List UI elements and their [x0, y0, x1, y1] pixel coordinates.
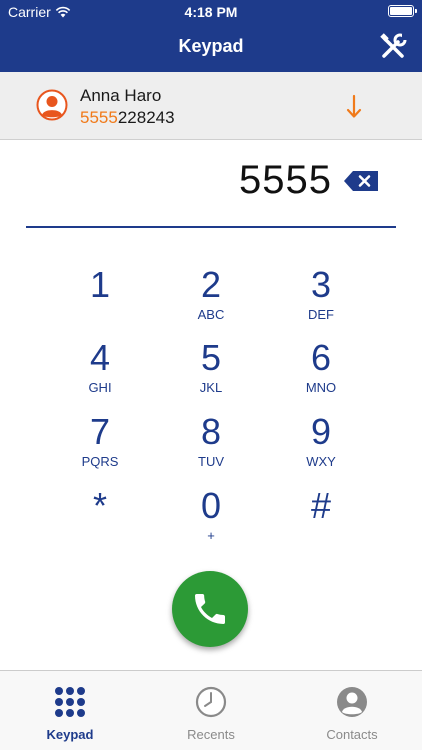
contact-suggestion[interactable]: Anna Haro 5555228243 — [0, 72, 422, 140]
key-digit: 5 — [200, 337, 222, 378]
contact-name: Anna Haro — [80, 86, 162, 105]
key-letters: DEF — [308, 307, 334, 322]
tab-bar: Keypad Recents Contacts — [0, 670, 422, 750]
battery-icon — [388, 5, 417, 17]
clock-icon — [195, 686, 227, 718]
key-5[interactable]: 5 JKL — [166, 338, 256, 404]
key-3[interactable]: 3 DEF — [276, 265, 366, 331]
key-digit: # — [310, 485, 332, 526]
key-digit: 7 — [89, 411, 111, 452]
backspace-icon — [344, 171, 378, 191]
key-letters: GHI — [88, 380, 112, 395]
contact-number: 5555228243 — [80, 108, 175, 128]
key-digit: 0 — [200, 485, 222, 526]
contact-number-rest: 228243 — [117, 108, 175, 127]
page-title: Keypad — [178, 36, 244, 56]
status-time: 4:18 PM — [184, 4, 238, 20]
app-header: Carrier 4:18 PM Keypad — [0, 0, 422, 72]
key-8[interactable]: 8 TUV — [166, 412, 256, 478]
backspace-button[interactable] — [344, 170, 378, 192]
tools-icon — [380, 33, 408, 58]
person-icon — [337, 687, 367, 717]
key-digit: 3 — [310, 264, 332, 305]
tab-keypad[interactable]: Keypad — [0, 671, 140, 750]
key-digit: 8 — [200, 411, 222, 452]
tab-contacts[interactable]: Contacts — [282, 671, 422, 750]
key-letters: ABC — [197, 307, 225, 322]
tab-label: Keypad — [46, 727, 94, 742]
tab-label: Recents — [187, 727, 235, 742]
key-4[interactable]: 4 GHI — [55, 338, 145, 404]
tab-label: Contacts — [326, 727, 378, 742]
expand-suggestions-button[interactable] — [344, 94, 364, 120]
key-7[interactable]: 7 PQRS — [55, 412, 145, 478]
arrow-down-icon — [346, 94, 362, 118]
key-digit: 6 — [310, 337, 332, 378]
phone-icon — [195, 594, 225, 624]
key-star[interactable]: * — [55, 486, 145, 552]
key-9[interactable]: 9 WXY — [276, 412, 366, 478]
key-letters: + — [207, 528, 215, 543]
contact-number-match: 5555 — [80, 108, 118, 127]
dialed-number: 5555 — [239, 158, 332, 202]
key-2[interactable]: 2 ABC — [166, 265, 256, 331]
key-digit: 1 — [89, 264, 111, 305]
key-hash[interactable]: # — [276, 486, 366, 552]
key-6[interactable]: 6 MNO — [276, 338, 366, 404]
input-divider — [26, 226, 396, 228]
status-bar: Carrier 4:18 PM — [0, 0, 422, 24]
call-button[interactable] — [172, 571, 248, 647]
key-digit: 9 — [310, 411, 332, 452]
avatar-icon — [36, 89, 68, 121]
key-letters: WXY — [306, 454, 336, 469]
key-letters: JKL — [199, 380, 223, 395]
keypad-icon — [55, 687, 85, 717]
settings-tools-button[interactable] — [378, 32, 408, 62]
key-digit: * — [92, 485, 107, 526]
key-letters: MNO — [305, 380, 337, 395]
key-letters: TUV — [198, 454, 224, 469]
key-1[interactable]: 1 — [55, 265, 145, 331]
tab-recents[interactable]: Recents — [141, 671, 281, 750]
key-0[interactable]: 0 + — [166, 486, 256, 552]
key-digit: 4 — [89, 337, 111, 378]
key-digit: 2 — [200, 264, 222, 305]
key-letters: PQRS — [81, 454, 119, 469]
